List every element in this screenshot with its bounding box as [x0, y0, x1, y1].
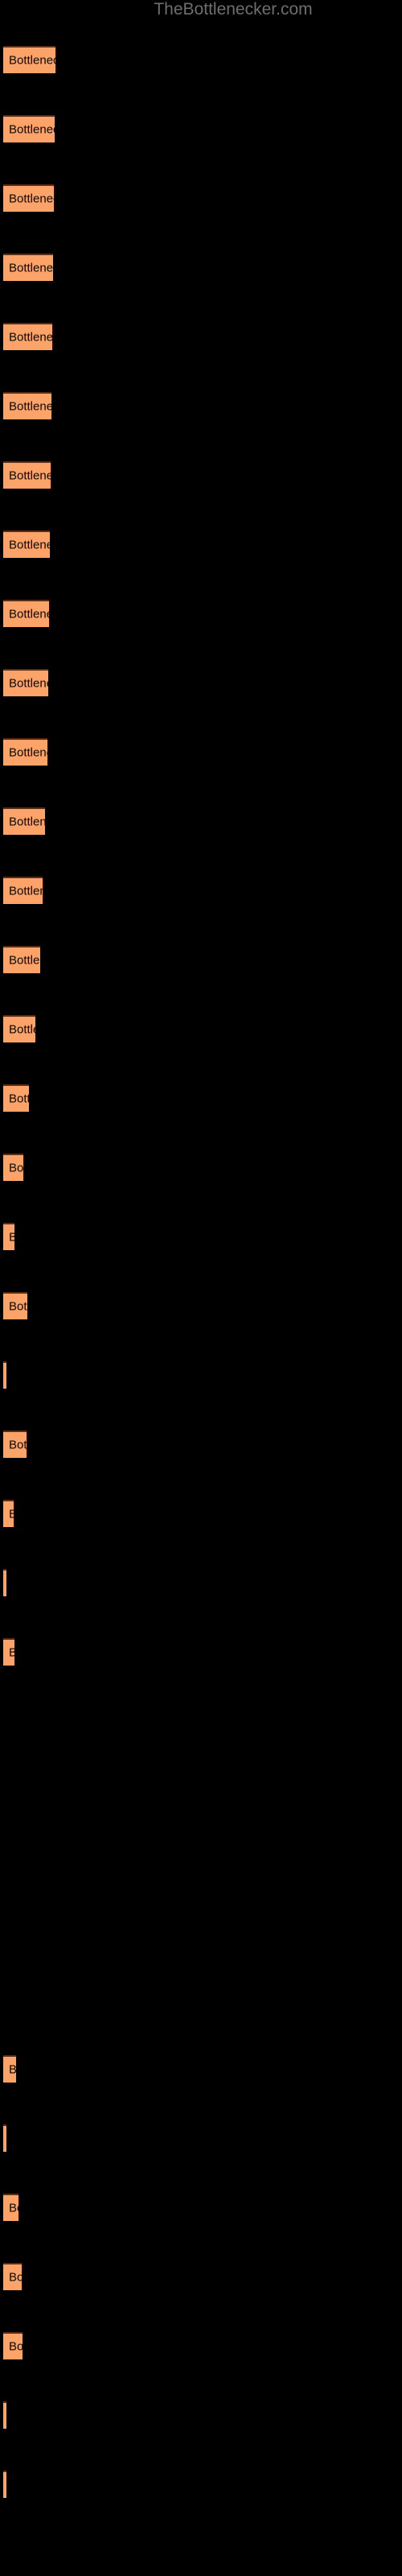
bar-segment[interactable]: Bottleneck result — [3, 115, 55, 142]
bar-segment[interactable]: Bottleneck result — [3, 1154, 23, 1181]
bar-row: Bottleneck result — [0, 946, 402, 973]
bar-row: Bottleneck result — [0, 1430, 402, 1458]
bar-label: Bottleneck result — [9, 2063, 16, 2077]
bar-row: Bottleneck result — [0, 1084, 402, 1112]
bar-row: Bottleneck result — [0, 2055, 402, 2083]
bar-segment[interactable]: Bottleneck result — [3, 807, 45, 835]
bar-segment[interactable]: Bottleneck result — [3, 1569, 6, 1596]
bar-segment[interactable]: Bottleneck result — [3, 323, 52, 350]
bar-label: Bottleneck result — [9, 2201, 18, 2215]
bar-segment[interactable]: Bottleneck result — [3, 184, 54, 212]
bar-segment[interactable]: Bottleneck result — [3, 2194, 18, 2221]
bar-row: Bottleneck result — [0, 2263, 402, 2290]
bar-segment[interactable]: Bottleneck result — [3, 2124, 6, 2152]
bar-label: Bottleneck result — [9, 261, 53, 275]
bar-segment[interactable]: Bottleneck result — [3, 2055, 16, 2083]
bar-label: Bottleneck result — [9, 953, 40, 968]
bar-segment[interactable]: Bottleneck result — [3, 600, 49, 627]
bar-label: Bottleneck result — [9, 538, 50, 552]
bar-label: Bottleneck result — [9, 330, 52, 345]
bar-segment[interactable]: Bottleneck result — [3, 669, 48, 696]
bar-segment[interactable]: Bottleneck result — [3, 738, 47, 766]
bar-label: Bottleneck result — [9, 399, 51, 414]
bar-row: Bottleneck result — [0, 46, 402, 73]
bar-label: Bottleneck result — [9, 469, 51, 483]
bar-row: Bottleneck result — [0, 2194, 402, 2221]
bar-label: Bottleneck result — [9, 1161, 23, 1175]
bar-segment[interactable]: Bottleneck result — [3, 392, 51, 419]
bar-label: Bottleneck result — [9, 1438, 27, 1452]
bottleneck-bar-chart: Bottleneck result Bottleneck result Bottle… — [0, 0, 402, 2576]
bar-label: Bottleneck result — [9, 884, 43, 898]
bar-segment[interactable]: Bottleneck result — [3, 1500, 14, 1527]
bar-row: Bottleneck result — [0, 2401, 402, 2429]
bar-segment[interactable]: Bottleneck result — [3, 2401, 6, 2429]
bar-row: Bottleneck result — [0, 254, 402, 281]
bar-label: Bottleneck result — [9, 745, 47, 760]
bar-label: Bottleneck result — [9, 192, 54, 206]
bar-segment[interactable]: Bottleneck result — [3, 1292, 27, 1319]
bar-segment[interactable]: Bottleneck result — [3, 530, 50, 558]
bar-segment[interactable]: Bottleneck result — [3, 1015, 35, 1042]
bar-row: Bottleneck result — [0, 530, 402, 558]
bar-segment[interactable]: Bottleneck result — [3, 2263, 22, 2290]
bar-row: Bottleneck result — [0, 807, 402, 835]
bar-row: Bottleneck result — [0, 2332, 402, 2359]
bar-label: Bottleneck result — [9, 53, 55, 68]
bar-label: Bottleneck result — [9, 607, 49, 621]
bar-row: Bottleneck result — [0, 2124, 402, 2152]
bar-label: Bottleneck result — [9, 122, 55, 137]
bar-segment[interactable]: Bottleneck result — [3, 877, 43, 904]
bar-label: Bottleneck result — [9, 1231, 14, 1245]
bar-label: Bottleneck result — [9, 1022, 35, 1037]
bar-label: Bottleneck result — [9, 815, 45, 829]
bar-row: Bottleneck result — [0, 877, 402, 904]
bar-row: Bottleneck result — [0, 738, 402, 766]
bar-row: Bottleneck result — [0, 115, 402, 142]
bar-label: Bottleneck result — [9, 2339, 23, 2354]
bar-label: Bottleneck result — [9, 1092, 29, 1106]
bar-row: Bottleneck result — [0, 184, 402, 212]
bar-row: Bottleneck result — [0, 1292, 402, 1319]
bar-row: Bottleneck result — [0, 1223, 402, 1250]
bar-row: Bottleneck result — [0, 1569, 402, 1596]
bar-segment[interactable]: Bottleneck result — [3, 2332, 23, 2359]
bar-row: Bottleneck result — [0, 2471, 402, 2498]
bar-segment[interactable]: Bottleneck result — [3, 946, 40, 973]
bar-segment[interactable]: Bottleneck result — [3, 46, 55, 73]
bar-segment[interactable]: Bottleneck result — [3, 1223, 14, 1250]
bar-label: Bottleneck result — [9, 1299, 27, 1314]
bar-row: Bottleneck result — [0, 323, 402, 350]
bar-label: Bottleneck result — [9, 676, 48, 691]
bar-label: Bottleneck result — [9, 2270, 22, 2285]
bar-label: Bottleneck result — [9, 1646, 14, 1660]
bar-segment[interactable]: Bottleneck result — [3, 1638, 14, 1666]
bar-row: Bottleneck result — [0, 1015, 402, 1042]
bar-row: Bottleneck result — [0, 1638, 402, 1666]
bar-segment[interactable]: Bottleneck result — [3, 1430, 27, 1458]
bar-row: Bottleneck result — [0, 1361, 402, 1389]
bar-row: Bottleneck result — [0, 392, 402, 419]
bar-row: Bottleneck result — [0, 1154, 402, 1181]
bar-segment[interactable]: Bottleneck result — [3, 254, 53, 281]
bar-row: Bottleneck result — [0, 669, 402, 696]
bar-segment[interactable]: Bottleneck result — [3, 1084, 29, 1112]
bar-segment[interactable]: Bottleneck result — [3, 1361, 6, 1389]
bar-row: Bottleneck result — [0, 1500, 402, 1527]
bar-row: Bottleneck result — [0, 461, 402, 489]
bar-label: Bottleneck result — [9, 1508, 14, 1521]
bar-row: Bottleneck result — [0, 600, 402, 627]
bar-segment[interactable]: Bottleneck result — [3, 461, 51, 489]
bar-segment[interactable]: Bottleneck result — [3, 2471, 6, 2498]
